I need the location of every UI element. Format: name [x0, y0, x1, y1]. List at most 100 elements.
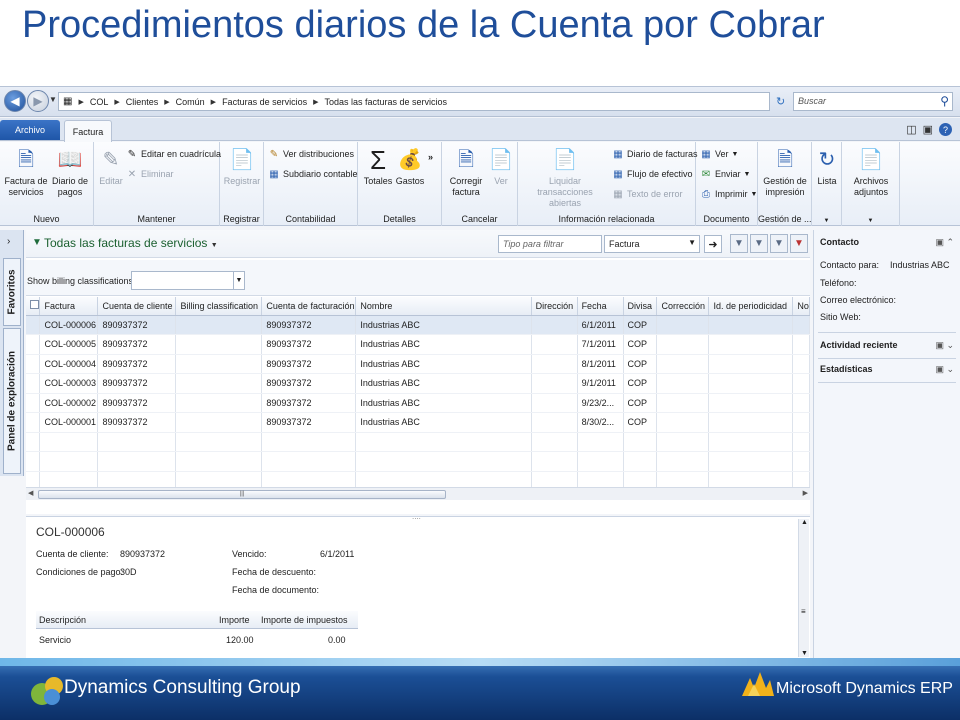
- refresh-icon[interactable]: ↻: [776, 95, 785, 108]
- breadcrumb-col[interactable]: COL: [90, 97, 109, 107]
- table-cell[interactable]: COL-000002: [39, 393, 99, 413]
- search-input[interactable]: Buscar ⚲: [793, 92, 953, 111]
- table-row[interactable]: [26, 451, 810, 472]
- table-cell[interactable]: [623, 471, 658, 487]
- expand-icon[interactable]: ▣ ⌄: [935, 340, 954, 351]
- table-cell[interactable]: [531, 393, 578, 413]
- apply-filter-button[interactable]: ➜: [704, 235, 722, 253]
- table-cell[interactable]: COL-000005: [39, 334, 99, 355]
- imprimir-button[interactable]: ⎙ Imprimir ▼: [700, 188, 757, 200]
- col-header[interactable]: Fecha: [577, 297, 624, 316]
- breadcrumb-clientes[interactable]: Clientes: [126, 97, 159, 107]
- row-checkbox-cell[interactable]: [26, 373, 41, 394]
- filter-field-select[interactable]: Factura ▼: [604, 235, 700, 253]
- table-cell[interactable]: Industrias ABC: [355, 315, 532, 335]
- table-cell[interactable]: 890937372: [261, 315, 357, 335]
- table-cell[interactable]: 890937372: [261, 393, 357, 413]
- table-row[interactable]: [26, 471, 810, 487]
- history-dropdown-icon[interactable]: ▼: [49, 95, 57, 104]
- table-cell[interactable]: COP: [623, 334, 658, 355]
- row-checkbox-cell[interactable]: [26, 471, 41, 487]
- table-cell[interactable]: [577, 471, 624, 487]
- table-cell[interactable]: COL-000003: [39, 373, 99, 394]
- table-cell[interactable]: [656, 471, 710, 487]
- window-icon[interactable]: ▣: [923, 123, 933, 136]
- table-cell[interactable]: 890937372: [261, 354, 357, 374]
- contacto-header[interactable]: Contacto: [820, 237, 859, 247]
- table-cell[interactable]: [175, 354, 263, 374]
- table-cell[interactable]: COP: [623, 315, 658, 335]
- doc-ver-button[interactable]: ▦ Ver ▼: [700, 148, 738, 160]
- scroll-down-icon[interactable]: ▼: [801, 650, 808, 657]
- table-cell[interactable]: [792, 315, 810, 335]
- scroll-grip-icon[interactable]: ≡: [801, 607, 806, 616]
- table-cell[interactable]: [355, 432, 532, 452]
- table-cell[interactable]: Industrias ABC: [355, 334, 532, 355]
- breadcrumb-todas-facturas[interactable]: Todas las facturas de servicios: [324, 97, 447, 107]
- col-header[interactable]: Dirección: [531, 297, 578, 316]
- table-cell[interactable]: 890937372: [97, 354, 177, 374]
- tab-factura[interactable]: Factura: [64, 120, 112, 142]
- back-button[interactable]: ◀: [4, 90, 26, 112]
- row-checkbox-cell[interactable]: [26, 432, 41, 452]
- editar-cuadricula-button[interactable]: ✎ Editar en cuadrícula: [126, 148, 221, 160]
- table-cell[interactable]: [792, 471, 810, 487]
- filter-by-selection-icon[interactable]: ▼: [730, 234, 748, 253]
- table-cell[interactable]: [708, 354, 794, 374]
- table-cell[interactable]: [175, 393, 263, 413]
- table-cell[interactable]: Industrias ABC: [355, 393, 532, 413]
- table-cell[interactable]: [531, 354, 578, 374]
- table-cell[interactable]: [355, 451, 532, 472]
- table-cell[interactable]: [656, 451, 710, 472]
- table-cell[interactable]: [708, 412, 794, 433]
- forward-button[interactable]: ▶: [27, 90, 49, 112]
- tab-panel-exploracion[interactable]: Panel de exploración: [3, 328, 21, 474]
- table-cell[interactable]: Industrias ABC: [355, 412, 532, 433]
- table-cell[interactable]: [531, 334, 578, 355]
- table-cell[interactable]: COL-000001: [39, 412, 99, 433]
- tab-archivo[interactable]: Archivo: [0, 120, 60, 140]
- actividad-header[interactable]: Actividad reciente: [820, 340, 898, 350]
- table-cell[interactable]: [656, 393, 710, 413]
- table-cell[interactable]: [792, 334, 810, 355]
- table-cell[interactable]: COP: [623, 354, 658, 374]
- table-cell[interactable]: Industrias ABC: [355, 373, 532, 394]
- subdiario-contable-button[interactable]: ▦ Subdiario contable: [268, 168, 357, 180]
- table-cell[interactable]: 6/1/2011: [577, 315, 624, 335]
- table-cell[interactable]: [792, 373, 810, 394]
- table-cell[interactable]: [708, 471, 794, 487]
- table-cell[interactable]: [708, 451, 794, 472]
- table-cell[interactable]: [175, 334, 263, 355]
- cancelar-ver-button[interactable]: 📄 Ver: [488, 146, 514, 187]
- scroll-up-icon[interactable]: ▲: [801, 519, 808, 526]
- col-header[interactable]: Billing classification: [175, 297, 263, 316]
- table-cell[interactable]: [39, 471, 99, 487]
- table-cell[interactable]: COL-000006: [39, 315, 99, 335]
- table-cell[interactable]: [175, 432, 263, 452]
- table-cell[interactable]: [792, 412, 810, 433]
- diario-facturas-button[interactable]: ▦ Diario de facturas: [612, 148, 697, 160]
- row-checkbox-cell[interactable]: [26, 354, 41, 374]
- table-cell[interactable]: 890937372: [97, 315, 177, 335]
- table-row[interactable]: [26, 432, 810, 452]
- table-cell[interactable]: 890937372: [97, 393, 177, 413]
- table-cell[interactable]: [708, 315, 794, 335]
- table-cell[interactable]: [97, 432, 177, 452]
- scroll-left-icon[interactable]: ◀: [28, 489, 33, 497]
- breadcrumb-facturas-servicios[interactable]: Facturas de servicios: [222, 97, 307, 107]
- table-cell[interactable]: [792, 451, 810, 472]
- table-cell[interactable]: Industrias ABC: [355, 354, 532, 374]
- col-header[interactable]: No: [792, 297, 810, 316]
- col-header[interactable]: Id. de periodicidad: [708, 297, 794, 316]
- row-checkbox-cell[interactable]: [26, 393, 41, 413]
- table-cell[interactable]: [531, 412, 578, 433]
- table-cell[interactable]: [175, 315, 263, 335]
- table-cell[interactable]: [708, 373, 794, 394]
- expand-pane-icon[interactable]: ›: [7, 236, 10, 247]
- table-cell[interactable]: [97, 451, 177, 472]
- col-header[interactable]: Divisa: [623, 297, 658, 316]
- totales-button[interactable]: Σ Totales: [362, 146, 394, 187]
- scroll-right-icon[interactable]: ▶: [803, 489, 808, 497]
- table-cell[interactable]: [623, 432, 658, 452]
- table-cell[interactable]: [623, 451, 658, 472]
